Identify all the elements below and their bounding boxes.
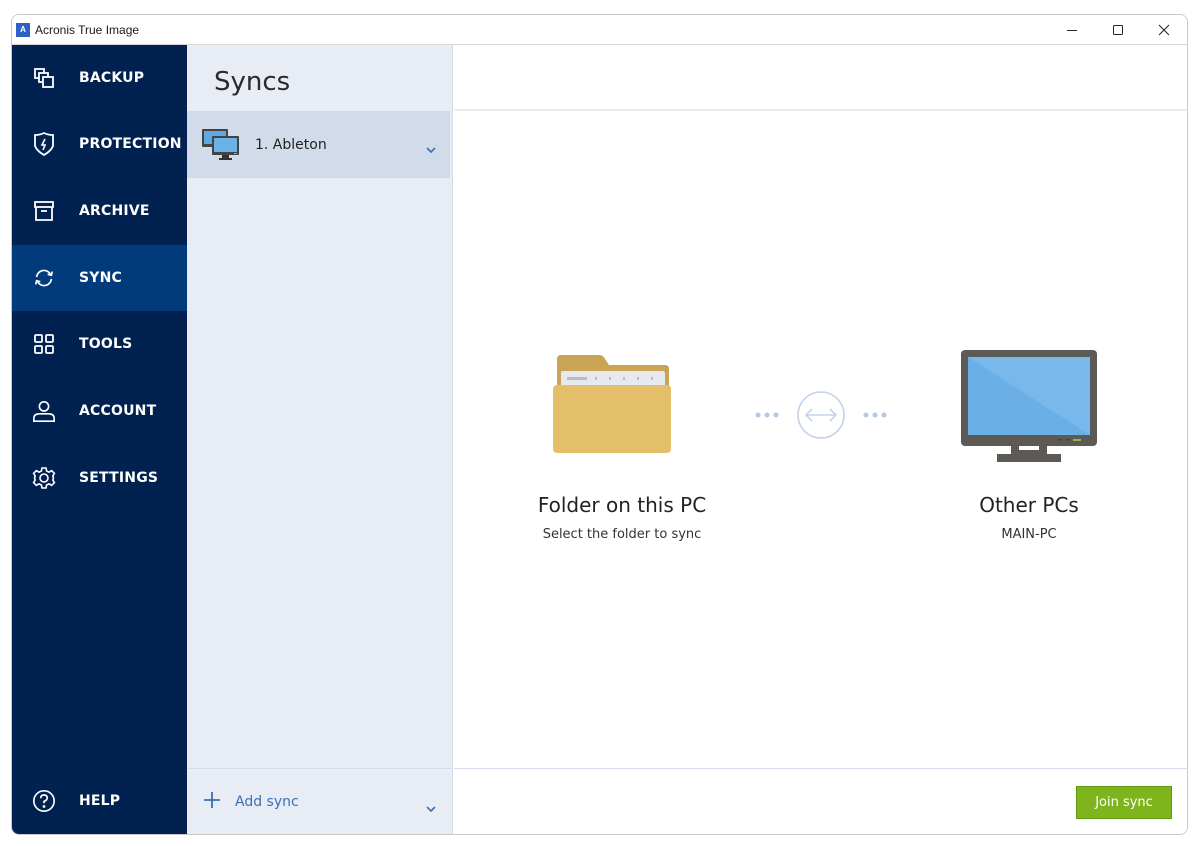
user-icon	[32, 399, 56, 423]
archive-icon	[32, 199, 56, 223]
minimize-button[interactable]	[1049, 15, 1095, 45]
sidebar-item-account[interactable]: ACCOUNT	[12, 378, 187, 444]
app-logo-icon: A	[16, 22, 30, 37]
sidebar-item-label: BACKUP	[79, 70, 145, 86]
logo-letter: A	[20, 25, 26, 34]
sidebar-item-label: SETTINGS	[79, 470, 159, 486]
sync-item-label: 1. Ableton	[255, 136, 327, 153]
sync-list-item[interactable]: 1. Ableton	[187, 111, 450, 178]
window-title: Acronis True Image	[35, 22, 140, 37]
tools-grid-icon	[32, 332, 56, 356]
source-title: Folder on this PC	[537, 493, 707, 517]
folder-icon[interactable]	[553, 355, 671, 457]
add-sync-button[interactable]: Add sync	[187, 768, 452, 834]
shield-icon	[32, 131, 56, 157]
target-title: Other PCs	[979, 493, 1079, 517]
close-icon	[1158, 24, 1170, 36]
sync-direction-icon	[754, 390, 889, 444]
sidebar-item-protection[interactable]: PROTECTION	[12, 111, 187, 177]
sync-icon	[32, 266, 56, 290]
backup-icon	[32, 66, 56, 90]
sidebar-item-label: TOOLS	[79, 336, 133, 352]
sync-list-pane: Syncs 1. Ableton Add sync	[187, 45, 453, 834]
source-folder-panel[interactable]: Folder on this PC Select the folder to s…	[502, 493, 742, 542]
join-sync-button[interactable]: Join sync	[1076, 786, 1172, 819]
chevron-down-icon[interactable]	[426, 798, 436, 817]
close-button[interactable]	[1141, 15, 1187, 45]
sidebar-item-label: ACCOUNT	[79, 403, 157, 419]
gear-icon	[32, 466, 56, 490]
computers-icon	[201, 128, 241, 162]
target-pc-panel: Other PCs MAIN-PC	[909, 493, 1149, 542]
sidebar-item-archive[interactable]: ARCHIVE	[12, 178, 187, 244]
monitor-icon	[961, 350, 1097, 466]
sidebar-item-settings[interactable]: SETTINGS	[12, 445, 187, 511]
main-header	[454, 45, 1187, 111]
plus-icon	[203, 791, 221, 813]
sidebar-item-label: HELP	[79, 793, 121, 809]
page-title: Syncs	[214, 67, 291, 97]
source-subtitle: Select the folder to sync	[542, 527, 702, 542]
maximize-icon	[1113, 25, 1123, 35]
app-window: A Acronis True Image BACKUP PROTECTION A…	[11, 14, 1188, 835]
sidebar-item-backup[interactable]: BACKUP	[12, 45, 187, 111]
main-footer: Join sync	[454, 768, 1187, 834]
help-icon	[32, 789, 56, 813]
maximize-button[interactable]	[1095, 15, 1141, 45]
target-subtitle: MAIN-PC	[1001, 527, 1057, 542]
main-panel: Folder on this PC Select the folder to s…	[454, 45, 1187, 834]
sidebar-item-tools[interactable]: TOOLS	[12, 311, 187, 377]
sidebar-item-sync[interactable]: SYNC	[12, 245, 187, 311]
minimize-icon	[1067, 30, 1077, 31]
window-controls	[1049, 15, 1187, 45]
chevron-down-icon[interactable]	[426, 139, 436, 158]
sidebar-item-help[interactable]: HELP	[12, 768, 187, 834]
sidebar-item-label: ARCHIVE	[79, 203, 150, 219]
title-bar: A Acronis True Image	[12, 15, 1187, 45]
sidebar-item-label: SYNC	[79, 270, 123, 286]
add-sync-label: Add sync	[235, 794, 299, 810]
sidebar-item-label: PROTECTION	[79, 136, 182, 152]
sidebar: BACKUP PROTECTION ARCHIVE SYNC TOOLS ACC…	[12, 45, 187, 834]
